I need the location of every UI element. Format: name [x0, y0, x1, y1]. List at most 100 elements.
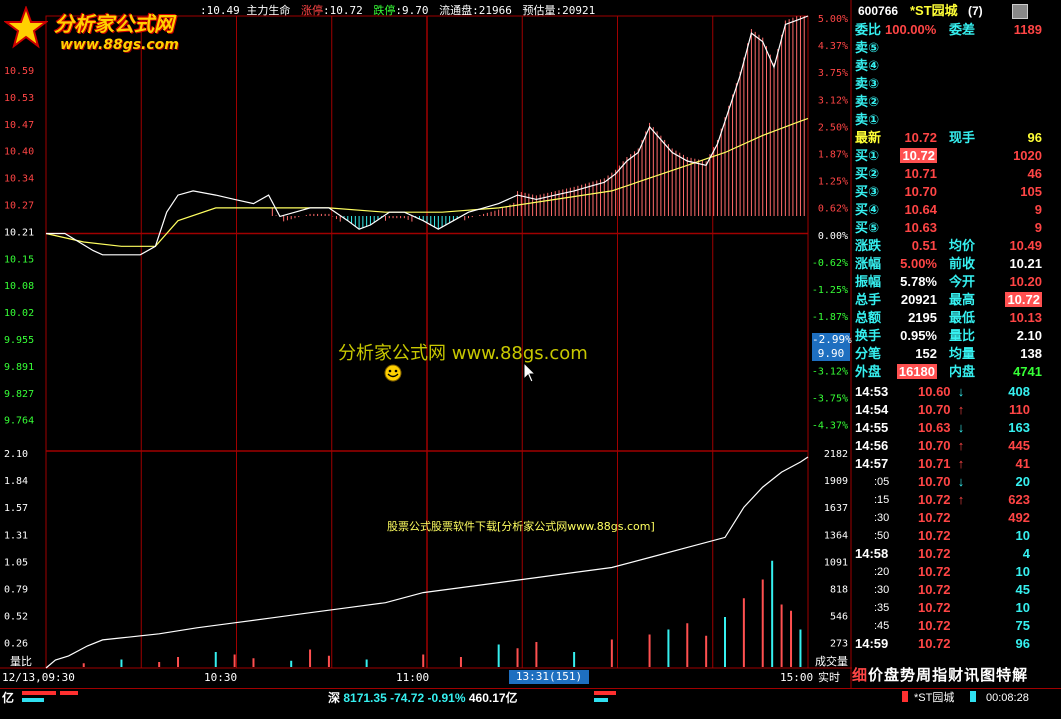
index-name: 深 — [328, 691, 341, 705]
tick-volume: 96 — [1015, 636, 1030, 651]
stat-value-2: 10.72 — [1005, 292, 1042, 307]
site-logo: 分析家公式网 www.88gs.com — [2, 4, 202, 60]
pct-tick-label: -0.62% — [812, 258, 848, 269]
stat-label-2: 前收 — [949, 256, 976, 271]
now-hand-label: 现手 — [949, 130, 976, 145]
stat-label: 总额 — [855, 310, 882, 325]
tick-subtime: :15 — [874, 494, 890, 506]
left-unit: 亿 — [2, 691, 15, 705]
stat-value: 0.51 — [911, 238, 937, 253]
tab-4[interactable]: 周 — [916, 664, 931, 688]
tab-6[interactable]: 财 — [948, 664, 963, 688]
stock-badge: (7) — [968, 4, 983, 18]
tick-volume: 10 — [1015, 564, 1030, 579]
price-tick-label: 10.21 — [4, 227, 34, 238]
cursor-value-box: -2.99% 9.90 — [812, 333, 852, 361]
volratio-tick-label: 0.26 — [4, 639, 28, 650]
sell-row: 卖① — [852, 111, 1042, 129]
realtime-label: 实时 — [818, 670, 840, 684]
alert-stock[interactable]: *ST园城 — [914, 688, 954, 708]
tick-row: 14:56 10.70 ↑ 445 — [852, 437, 1042, 455]
tick-subtime: :50 — [874, 530, 890, 542]
cursor-price: 9.90 — [817, 347, 845, 360]
tab-5[interactable]: 指 — [932, 664, 947, 688]
float-label: 流通盘 — [439, 4, 473, 17]
tick-volume: 408 — [1008, 384, 1030, 399]
tick-price: 10.72 — [918, 510, 951, 525]
price-tick-label: 10.27 — [4, 201, 34, 212]
stat-label-2: 均价 — [949, 238, 976, 253]
stock-menu-icon[interactable] — [1012, 4, 1028, 19]
panel-tabs: 细价盘势周指财讯图特解 — [852, 664, 1028, 688]
stat-label-2: 今开 — [949, 274, 976, 289]
buy-price: 10.64 — [904, 202, 937, 217]
stat-value-2: 138 — [1020, 346, 1042, 361]
tick-subtime: :30 — [874, 512, 890, 524]
buy-price-wrap: 10.72 — [900, 147, 937, 165]
buy-label: 买⑤ — [855, 220, 880, 235]
index-value: 8171.35 — [343, 691, 387, 705]
tick-volume: 492 — [1008, 510, 1030, 525]
tab-9[interactable]: 特 — [996, 664, 1011, 688]
tick-price: 10.72 — [918, 636, 951, 651]
tick-subtime: :30 — [874, 584, 890, 596]
tick-price: 10.60 — [918, 384, 951, 399]
price-tick-label: 10.47 — [4, 120, 34, 131]
pct-tick-label: 3.12% — [818, 95, 848, 106]
tick-row: :15 10.72 ↑ 623 — [852, 491, 1042, 509]
pct-tick-label: 5.00% — [818, 14, 848, 25]
limit-up-value: :10.72 — [323, 4, 363, 17]
stat-value-2: 10.13 — [1009, 310, 1042, 325]
tab-2[interactable]: 盘 — [884, 664, 899, 688]
tick-row: :35 10.72 10 — [852, 599, 1042, 617]
volume-axis-label: 成交量 — [815, 654, 848, 668]
indicator-info-bar: :10.49 主力生命 涨停:10.72 跌停:9.70 流通盘:21966 预… — [200, 2, 599, 18]
tab-3[interactable]: 势 — [900, 664, 915, 688]
tick-price: 10.70 — [918, 402, 951, 417]
price-tick-label: 9.891 — [4, 362, 34, 373]
weicha-label: 委差 — [949, 22, 976, 37]
stock-header: 600766 *ST园城 (7) — [852, 2, 1042, 20]
buy-volume: 105 — [1020, 184, 1042, 199]
pct-tick-label: -4.37% — [812, 421, 848, 432]
limit-down-label: 跌停 — [373, 4, 396, 17]
tick-price: 10.72 — [918, 618, 951, 633]
limit-up-label: 涨停 — [301, 4, 323, 17]
tick-row: 14:59 10.72 96 — [852, 635, 1042, 653]
stat-row: 振幅 5.78% 今开 10.20 — [852, 273, 1042, 291]
stat-value-2-wrap: 10.72 — [1005, 291, 1042, 309]
tab-1[interactable]: 价 — [868, 664, 883, 688]
stat-label: 换手 — [855, 328, 882, 343]
tab-0[interactable]: 细 — [852, 664, 867, 688]
cursor-time-box: 13:31(151) — [509, 670, 589, 684]
up-arrow-icon: ↑ — [957, 456, 965, 471]
tick-price: 10.70 — [918, 438, 951, 453]
stat-value-2: 10.20 — [1009, 274, 1042, 289]
limit-down-value: :9.70 — [395, 4, 429, 17]
outer-inner-row: 外盘 16180 内盘 4741 — [852, 363, 1042, 381]
tick-time: 14:56 — [855, 438, 889, 453]
tab-7[interactable]: 讯 — [964, 664, 979, 688]
buy-volume: 9 — [1034, 220, 1042, 235]
volratio-axis-label: 量比 — [10, 655, 32, 668]
status-bar: 亿 深 8171.35 -74.72 -0.91% 460.17亿 *ST园城 … — [0, 688, 1061, 719]
tab-10[interactable]: 解 — [1012, 664, 1027, 688]
stat-value: 0.95% — [900, 328, 937, 343]
tab-8[interactable]: 图 — [980, 664, 995, 688]
weibi-row: 委比 100.00% 委差 1189 — [852, 21, 1042, 39]
volratio-tick-label: 1.05 — [4, 557, 28, 568]
tick-row: 14:53 10.60 ↓ 408 — [852, 383, 1042, 401]
tick-volume: 41 — [1015, 456, 1030, 471]
weicha-value: 1189 — [1013, 22, 1042, 37]
volume-tick-label: 1637 — [824, 503, 848, 514]
buy-price: 10.70 — [904, 184, 937, 199]
index-summary[interactable]: 深 8171.35 -74.72 -0.91% 460.17亿 — [328, 688, 518, 708]
price-tick-label: 9.955 — [4, 335, 34, 346]
sell-label: 卖③ — [855, 76, 880, 91]
tick-row: 14:54 10.70 ↑ 110 — [852, 401, 1042, 419]
stat-value-2: 10.49 — [1009, 238, 1042, 253]
tick-time: 14:55 — [855, 420, 889, 435]
pct-tick-label: 1.87% — [818, 150, 848, 161]
price-tick-label: 10.15 — [4, 254, 34, 265]
buy-price: 10.72 — [900, 148, 937, 163]
